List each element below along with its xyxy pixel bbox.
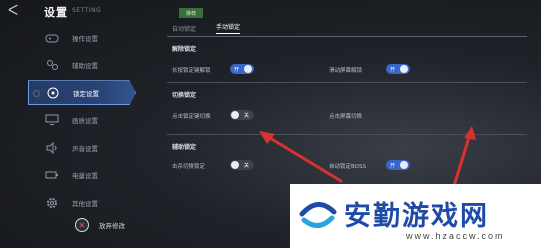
assist-icon [44, 58, 60, 72]
section-title-release: 解除锁定 [172, 46, 197, 53]
sidebar-item-assist[interactable]: 辅助设置 [28, 53, 136, 78]
monitor-icon [44, 113, 60, 127]
watermark: 安勤游戏网 www.hzaccw.com [290, 184, 541, 248]
auto-lock-boss-toggle[interactable]: 开 [386, 160, 410, 170]
battery-icon [44, 168, 60, 182]
toggle-knob [400, 161, 408, 169]
sidebar-item-label: 电量设置 [72, 172, 98, 181]
discard-label: 放弃修改 [99, 222, 125, 230]
tap-lock-switch-label: 点击锁定键切换 [172, 114, 211, 120]
sidebar-item-label: 辅助设置 [72, 62, 98, 71]
kill-switch-lock-label: 击杀切换锁定 [172, 164, 206, 170]
active-indicator [33, 90, 40, 98]
sidebar-item-label: 画质设置 [72, 117, 98, 126]
sidebar-item-operation[interactable]: 操作设置 [28, 25, 136, 50]
gear-icon [44, 196, 60, 210]
watermark-brand: 安勤游戏网 [344, 201, 489, 232]
sidebar-item-battery[interactable]: 电量设置 [28, 163, 136, 188]
tab-auto-lock[interactable]: 自动锁定 [172, 24, 196, 33]
swipe-unlock-toggle[interactable]: 开 [386, 64, 410, 74]
speaker-icon [44, 141, 60, 155]
toggle-knob [231, 161, 239, 169]
sidebar-item-other[interactable]: 其他设置 [28, 191, 136, 216]
gamepad-icon [44, 31, 60, 45]
sidebar-item-lock[interactable]: 锁定设置 [28, 80, 136, 106]
back-arrow-icon[interactable]: ᐸ [8, 3, 18, 19]
annotation-arrow-icon [259, 131, 343, 183]
tab-manual-lock[interactable]: 手动锁定 [216, 22, 241, 34]
toggle-knob [244, 65, 252, 73]
section-divider [167, 82, 527, 83]
sidebar-item-label: 其他设置 [72, 200, 98, 209]
page-title-en: SETTING [72, 7, 102, 14]
target-icon [45, 86, 61, 100]
watermark-url: www.hzaccw.com [406, 231, 505, 241]
annotation-arrow-icon [452, 126, 476, 188]
sidebar-item-label: 声音设置 [72, 144, 98, 153]
long-press-unlock-toggle[interactable]: 开 [230, 64, 254, 74]
page-title: 设置 [44, 6, 68, 19]
brand-logo-icon [298, 194, 338, 234]
tab-divider [167, 36, 527, 37]
swipe-unlock-label: 滑动屏幕解锁 [329, 68, 363, 74]
tap-screen-switch-label: 点击屏幕切换 [329, 114, 363, 120]
recommended-badge: 推荐 [179, 8, 203, 18]
section-title-switch: 切换锁定 [172, 92, 197, 99]
sidebar-item-graphics[interactable]: 画质设置 [28, 108, 136, 133]
toggle-knob [231, 111, 239, 119]
section-title-assist: 辅助锁定 [172, 144, 197, 151]
tab-bar: 自动锁定 手动锁定 [172, 20, 260, 36]
close-icon: ✕ [75, 218, 89, 232]
toggle-knob [400, 65, 408, 73]
sidebar: 操作设置 辅助设置 锁定设置 画质设置 声音设置 电量设置 其他设置 [28, 25, 136, 218]
sidebar-item-label: 锁定设置 [73, 89, 99, 98]
top-bar: ᐸ 设置 SETTING [0, 0, 160, 22]
kill-switch-lock-toggle[interactable]: 关 [230, 160, 254, 170]
discard-changes-button[interactable]: ✕ 放弃修改 [75, 218, 125, 232]
tap-lock-switch-toggle[interactable]: 关 [230, 110, 254, 120]
long-press-unlock-label: 长按锁定键解锁 [172, 68, 211, 74]
sidebar-item-label: 操作设置 [72, 34, 98, 43]
sidebar-item-sound[interactable]: 声音设置 [28, 135, 136, 160]
